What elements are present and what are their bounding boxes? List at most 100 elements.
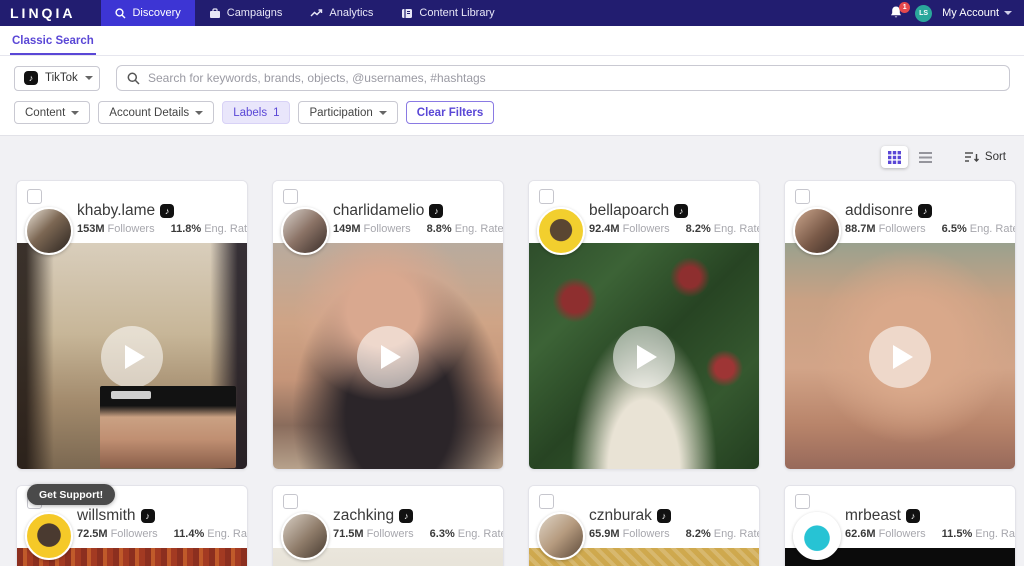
influencer-card[interactable]: addisonre ♪ 88.7M Followers 6.5% Eng. Rate xyxy=(784,180,1016,470)
followers-count: 92.4M xyxy=(589,223,620,235)
influencer-card[interactable]: khaby.lame ♪ 153M Followers 11.8% Eng. Rat… xyxy=(16,180,248,470)
eng-rate-value: 8.8% xyxy=(426,223,452,235)
followers-label: Followers xyxy=(622,223,670,235)
influencer-username[interactable]: zachking xyxy=(333,507,394,525)
get-support-button[interactable]: Get Support! xyxy=(27,484,116,505)
tab-classic-search[interactable]: Classic Search xyxy=(10,26,96,55)
play-icon xyxy=(381,345,401,369)
filter-content[interactable]: Content xyxy=(14,101,91,124)
influencer-username[interactable]: bellapoarch xyxy=(589,202,669,220)
eng-rate-label: Eng. Rate xyxy=(713,528,760,540)
influencer-avatar[interactable] xyxy=(537,207,585,255)
followers-count: 153M xyxy=(77,223,105,235)
my-account-menu[interactable]: My Account xyxy=(942,7,1012,19)
influencer-stats: 65.9M Followers 8.2% Eng. Rate xyxy=(589,528,759,540)
influencer-avatar[interactable] xyxy=(537,512,585,560)
video-thumbnail[interactable] xyxy=(785,243,1015,469)
nav-items: Discovery Campaigns Analytics Content Li… xyxy=(101,0,508,26)
eng-rate-label: Eng. Rate xyxy=(975,528,1015,540)
play-icon xyxy=(637,345,657,369)
clear-filters-button[interactable]: Clear Filters xyxy=(405,101,495,124)
tiktok-icon: ♪ xyxy=(140,509,155,523)
nav-item-label: Discovery xyxy=(132,7,181,19)
grid-view-button[interactable] xyxy=(880,146,908,168)
influencer-card[interactable]: charlidamelio ♪ 149M Followers 8.8% Eng. R… xyxy=(272,180,504,470)
linqia-logo[interactable]: LINQIA xyxy=(0,5,87,21)
chevron-down-icon xyxy=(195,110,204,115)
trend-icon xyxy=(310,8,323,18)
play-button[interactable] xyxy=(101,326,163,388)
notifications-button[interactable]: 1 xyxy=(889,2,911,21)
search-input[interactable] xyxy=(148,71,999,85)
card-checkbox[interactable] xyxy=(539,189,554,204)
nav-item-analytics[interactable]: Analytics xyxy=(296,0,387,26)
card-checkbox[interactable] xyxy=(27,189,42,204)
card-checkbox[interactable] xyxy=(283,189,298,204)
filter-account-details[interactable]: Account Details xyxy=(98,101,215,124)
chevron-down-icon xyxy=(1004,11,1012,15)
eng-rate-label: Eng. Rate xyxy=(204,223,248,235)
filter-labels[interactable]: Labels 1 xyxy=(222,101,291,124)
tiktok-icon: ♪ xyxy=(674,204,689,218)
labels-count: 1 xyxy=(273,106,280,119)
tab-bar: Classic Search xyxy=(0,26,1024,56)
card-header: addisonre ♪ 88.7M Followers 6.5% Eng. Rate xyxy=(785,181,1015,255)
influencer-username[interactable]: cznburak xyxy=(589,507,652,525)
play-icon xyxy=(893,345,913,369)
filter-participation[interactable]: Participation xyxy=(298,101,398,124)
video-thumbnail[interactable] xyxy=(17,243,247,469)
tiktok-icon: ♪ xyxy=(24,71,38,85)
influencer-card[interactable]: cznburak ♪ 65.9M Followers 8.2% Eng. Rate xyxy=(528,485,760,566)
video-thumbnail[interactable] xyxy=(529,243,759,469)
tiktok-icon: ♪ xyxy=(656,509,671,523)
card-checkbox[interactable] xyxy=(283,494,298,509)
card-checkbox[interactable] xyxy=(795,494,810,509)
account-avatar[interactable]: LS xyxy=(915,4,933,22)
influencer-username[interactable]: charlidamelio xyxy=(333,202,424,220)
influencer-stats: 153MFollowers 11.8%Eng. Rate xyxy=(77,223,247,235)
influencer-card[interactable]: bellapoarch ♪ 92.4M Followers 8.2% Eng. Ra… xyxy=(528,180,760,470)
eng-rate-value: 8.2% xyxy=(685,223,711,235)
sort-button[interactable]: Sort xyxy=(964,151,1006,163)
influencer-avatar[interactable] xyxy=(281,207,329,255)
influencer-username[interactable]: willsmith xyxy=(77,507,136,525)
play-icon xyxy=(125,345,145,369)
play-button[interactable] xyxy=(357,326,419,388)
influencer-card[interactable]: zachking ♪ 71.5M Followers 6.3% Eng. Rate xyxy=(272,485,504,566)
inset-video-caption xyxy=(110,390,152,400)
influencer-username[interactable]: mrbeast xyxy=(845,507,901,525)
influencer-avatar[interactable] xyxy=(793,207,841,255)
eng-rate-label: Eng. Rate xyxy=(207,528,247,540)
influencer-avatar[interactable] xyxy=(25,207,73,255)
followers-label: Followers xyxy=(110,528,158,540)
eng-rate-value: 11.8% xyxy=(170,223,202,235)
influencer-card[interactable]: mrbeast ♪ 62.6MFollowers 11.5%Eng. Rate xyxy=(784,485,1016,566)
play-button[interactable] xyxy=(613,326,675,388)
chevron-down-icon xyxy=(84,76,93,80)
card-header: mrbeast ♪ 62.6MFollowers 11.5%Eng. Rate xyxy=(785,486,1015,560)
filter-bar: Content Account Details Labels 1 Partici… xyxy=(0,98,1024,136)
network-select[interactable]: ♪ TikTok xyxy=(14,65,100,91)
eng-rate-label: Eng. Rate xyxy=(457,528,504,540)
influencer-username[interactable]: khaby.lame xyxy=(77,202,155,220)
influencer-avatar[interactable] xyxy=(25,512,73,560)
tiktok-icon: ♪ xyxy=(160,204,175,218)
nav-item-campaigns[interactable]: Campaigns xyxy=(195,0,297,26)
search-row: ♪ TikTok xyxy=(0,56,1024,98)
followers-count: 149M xyxy=(333,223,361,235)
play-button[interactable] xyxy=(869,326,931,388)
influencer-avatar[interactable] xyxy=(281,512,329,560)
search-bar xyxy=(116,65,1010,91)
influencer-username[interactable]: addisonre xyxy=(845,202,913,220)
tiktok-icon: ♪ xyxy=(918,204,933,218)
nav-right: 1 LS My Account xyxy=(889,2,1024,22)
video-thumbnail[interactable] xyxy=(273,243,503,469)
followers-count: 72.5M xyxy=(77,528,108,540)
card-checkbox[interactable] xyxy=(795,189,810,204)
influencer-avatar[interactable] xyxy=(793,512,841,560)
nav-item-discovery[interactable]: Discovery xyxy=(101,0,195,26)
grid-icon xyxy=(887,150,901,164)
list-view-button[interactable] xyxy=(912,146,939,168)
nav-item-content-library[interactable]: Content Library xyxy=(387,0,508,26)
card-checkbox[interactable] xyxy=(539,494,554,509)
